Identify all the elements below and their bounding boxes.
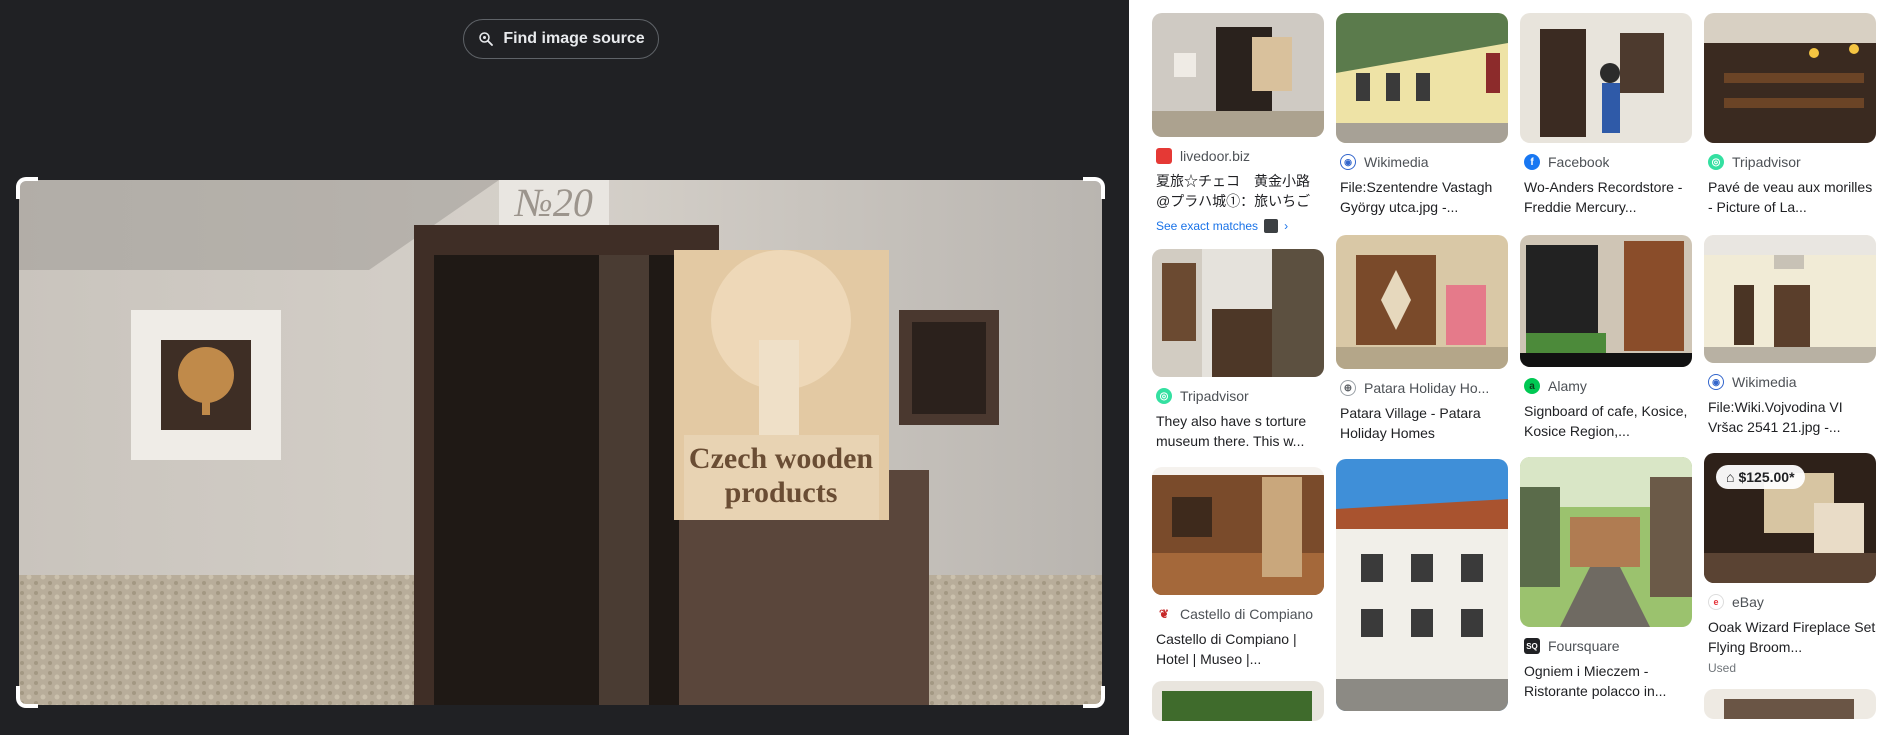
find-image-source-label: Find image source bbox=[503, 30, 645, 47]
result-card[interactable]: ⊕ Patara Holiday Ho... Patara Village - … bbox=[1336, 235, 1508, 443]
results-column-2: ◉ Wikimedia File:Szentendre Vastagh Györ… bbox=[1336, 13, 1508, 723]
thumbnail-mini-icon bbox=[1264, 219, 1279, 233]
result-title[interactable]: Castello di Compiano | Hotel | Museo |..… bbox=[1152, 629, 1324, 669]
result-card[interactable]: SQ Foursquare Ogniem i Mieczem - Ristora… bbox=[1520, 457, 1692, 701]
result-thumbnail[interactable] bbox=[1704, 235, 1876, 363]
result-card[interactable]: livedoor.biz 夏旅☆チェコ 黄金小路@プラハ城①：旅いちご See … bbox=[1152, 13, 1324, 233]
result-thumbnail[interactable] bbox=[1520, 13, 1692, 143]
result-thumbnail[interactable] bbox=[1704, 689, 1876, 719]
visual-matches-panel: livedoor.biz 夏旅☆チェコ 黄金小路@プラハ城①：旅いちご See … bbox=[1129, 0, 1895, 735]
result-thumbnail[interactable] bbox=[1152, 13, 1324, 137]
result-card[interactable] bbox=[1152, 681, 1324, 721]
result-card[interactable]: ◉ Wikimedia File:Wiki.Vojvodina VI Vršac… bbox=[1704, 235, 1876, 437]
price-badge: ⌂ $125.00* bbox=[1716, 465, 1805, 489]
result-card[interactable]: ❦ Castello di Compiano Castello di Compi… bbox=[1152, 467, 1324, 669]
find-image-source-button[interactable]: Find image source bbox=[463, 19, 659, 59]
result-title[interactable]: 夏旅☆チェコ 黄金小路@プラハ城①：旅いちご bbox=[1152, 171, 1324, 211]
main-image: №20 Czech wooden products bbox=[19, 180, 1102, 705]
facebook-favicon-icon: f bbox=[1524, 154, 1540, 170]
price-tag-icon: ⌂ bbox=[1726, 469, 1735, 485]
result-source: Wikimedia bbox=[1732, 374, 1797, 390]
result-card[interactable]: f Facebook Wo-Anders Recordstore - Fredd… bbox=[1520, 13, 1692, 217]
result-source: Tripadvisor bbox=[1180, 388, 1249, 404]
result-title[interactable]: Ooak Wizard Fireplace Set Flying Broom..… bbox=[1704, 617, 1876, 657]
results-column-3: f Facebook Wo-Anders Recordstore - Fredd… bbox=[1520, 13, 1692, 713]
result-thumbnail[interactable] bbox=[1704, 13, 1876, 143]
result-card[interactable]: ◉ Wikimedia File:Szentendre Vastagh Györ… bbox=[1336, 13, 1508, 217]
result-card[interactable] bbox=[1336, 459, 1508, 711]
castello-favicon-icon: ❦ bbox=[1156, 606, 1172, 622]
result-title[interactable]: File:Szentendre Vastagh György utca.jpg … bbox=[1336, 177, 1508, 217]
result-thumbnail[interactable] bbox=[1152, 249, 1324, 377]
result-source: Tripadvisor bbox=[1732, 154, 1801, 170]
wikimedia-favicon-icon: ◉ bbox=[1340, 154, 1356, 170]
result-thumbnail[interactable]: ⌂ $125.00* bbox=[1704, 453, 1876, 583]
result-title[interactable]: Patara Village - Patara Holiday Homes bbox=[1336, 403, 1508, 443]
result-source: Alamy bbox=[1548, 378, 1587, 394]
result-source: Foursquare bbox=[1548, 638, 1620, 654]
result-source: Patara Holiday Ho... bbox=[1364, 380, 1490, 396]
result-card[interactable] bbox=[1704, 689, 1876, 719]
crop-handle-bottom-right[interactable] bbox=[1083, 686, 1105, 708]
alamy-favicon-icon: a bbox=[1524, 378, 1540, 394]
crop-handle-top-left[interactable] bbox=[16, 177, 38, 199]
result-card[interactable]: ◎ Tripadvisor They also have s torture m… bbox=[1152, 249, 1324, 451]
image-preview-panel: Find image source №20 Czech wooden produ… bbox=[0, 0, 1129, 735]
result-card[interactable]: ◎ Tripadvisor Pavé de veau aux morilles … bbox=[1704, 13, 1876, 217]
result-title[interactable]: File:Wiki.Vojvodina VI Vršac 2541 21.jpg… bbox=[1704, 397, 1876, 437]
result-source: Castello di Compiano bbox=[1180, 606, 1314, 622]
result-thumbnail[interactable] bbox=[1520, 235, 1692, 367]
result-thumbnail[interactable] bbox=[1152, 467, 1324, 595]
globe-icon: ⊕ bbox=[1340, 380, 1356, 396]
results-column-1: livedoor.biz 夏旅☆チェコ 黄金小路@プラハ城①：旅いちご See … bbox=[1152, 13, 1324, 733]
house-number-sign: №20 bbox=[513, 180, 593, 225]
result-thumbnail[interactable] bbox=[1520, 457, 1692, 627]
result-title[interactable]: Pavé de veau aux morilles - Picture of L… bbox=[1704, 177, 1876, 217]
result-title[interactable]: Ogniem i Mieczem - Ristorante polacco in… bbox=[1520, 661, 1692, 701]
foursquare-favicon-icon: SQ bbox=[1524, 638, 1540, 654]
result-source: livedoor.biz bbox=[1180, 148, 1251, 164]
result-card[interactable]: ⌂ $125.00* e eBay Ooak Wizard Fireplace … bbox=[1704, 453, 1876, 675]
tripadvisor-favicon-icon: ◎ bbox=[1156, 388, 1172, 404]
crop-handle-top-right[interactable] bbox=[1083, 177, 1105, 199]
chevron-right-icon: › bbox=[1284, 219, 1289, 233]
crop-handle-bottom-left[interactable] bbox=[16, 686, 38, 708]
result-thumbnail[interactable] bbox=[1152, 681, 1324, 721]
results-column-4: ◎ Tripadvisor Pavé de veau aux morilles … bbox=[1704, 13, 1876, 731]
result-thumbnail[interactable] bbox=[1336, 13, 1508, 143]
shop-sign-line1: Czech wooden bbox=[689, 442, 873, 475]
shop-sign-line2: products bbox=[725, 476, 838, 509]
ebay-favicon-icon: e bbox=[1708, 594, 1724, 610]
wikimedia-favicon-icon: ◉ bbox=[1708, 374, 1724, 390]
result-source: eBay bbox=[1732, 594, 1764, 610]
lens-search-icon bbox=[479, 32, 494, 46]
condition-label: Used bbox=[1708, 661, 1737, 675]
see-exact-matches-link[interactable]: See exact matches › bbox=[1152, 219, 1324, 233]
result-thumbnail[interactable] bbox=[1336, 459, 1508, 711]
result-title[interactable]: They also have s torture museum there. T… bbox=[1152, 411, 1324, 451]
result-thumbnail[interactable] bbox=[1336, 235, 1508, 369]
result-source: Wikimedia bbox=[1364, 154, 1429, 170]
result-card[interactable]: a Alamy Signboard of cafe, Kosice, Kosic… bbox=[1520, 235, 1692, 441]
result-source: Facebook bbox=[1548, 154, 1610, 170]
livedoor-favicon-icon bbox=[1156, 148, 1172, 164]
result-title[interactable]: Wo-Anders Recordstore - Freddie Mercury.… bbox=[1520, 177, 1692, 217]
tripadvisor-favicon-icon: ◎ bbox=[1708, 154, 1724, 170]
crop-selection[interactable]: №20 Czech wooden products bbox=[16, 177, 1105, 708]
result-title[interactable]: Signboard of cafe, Kosice, Kosice Region… bbox=[1520, 401, 1692, 441]
